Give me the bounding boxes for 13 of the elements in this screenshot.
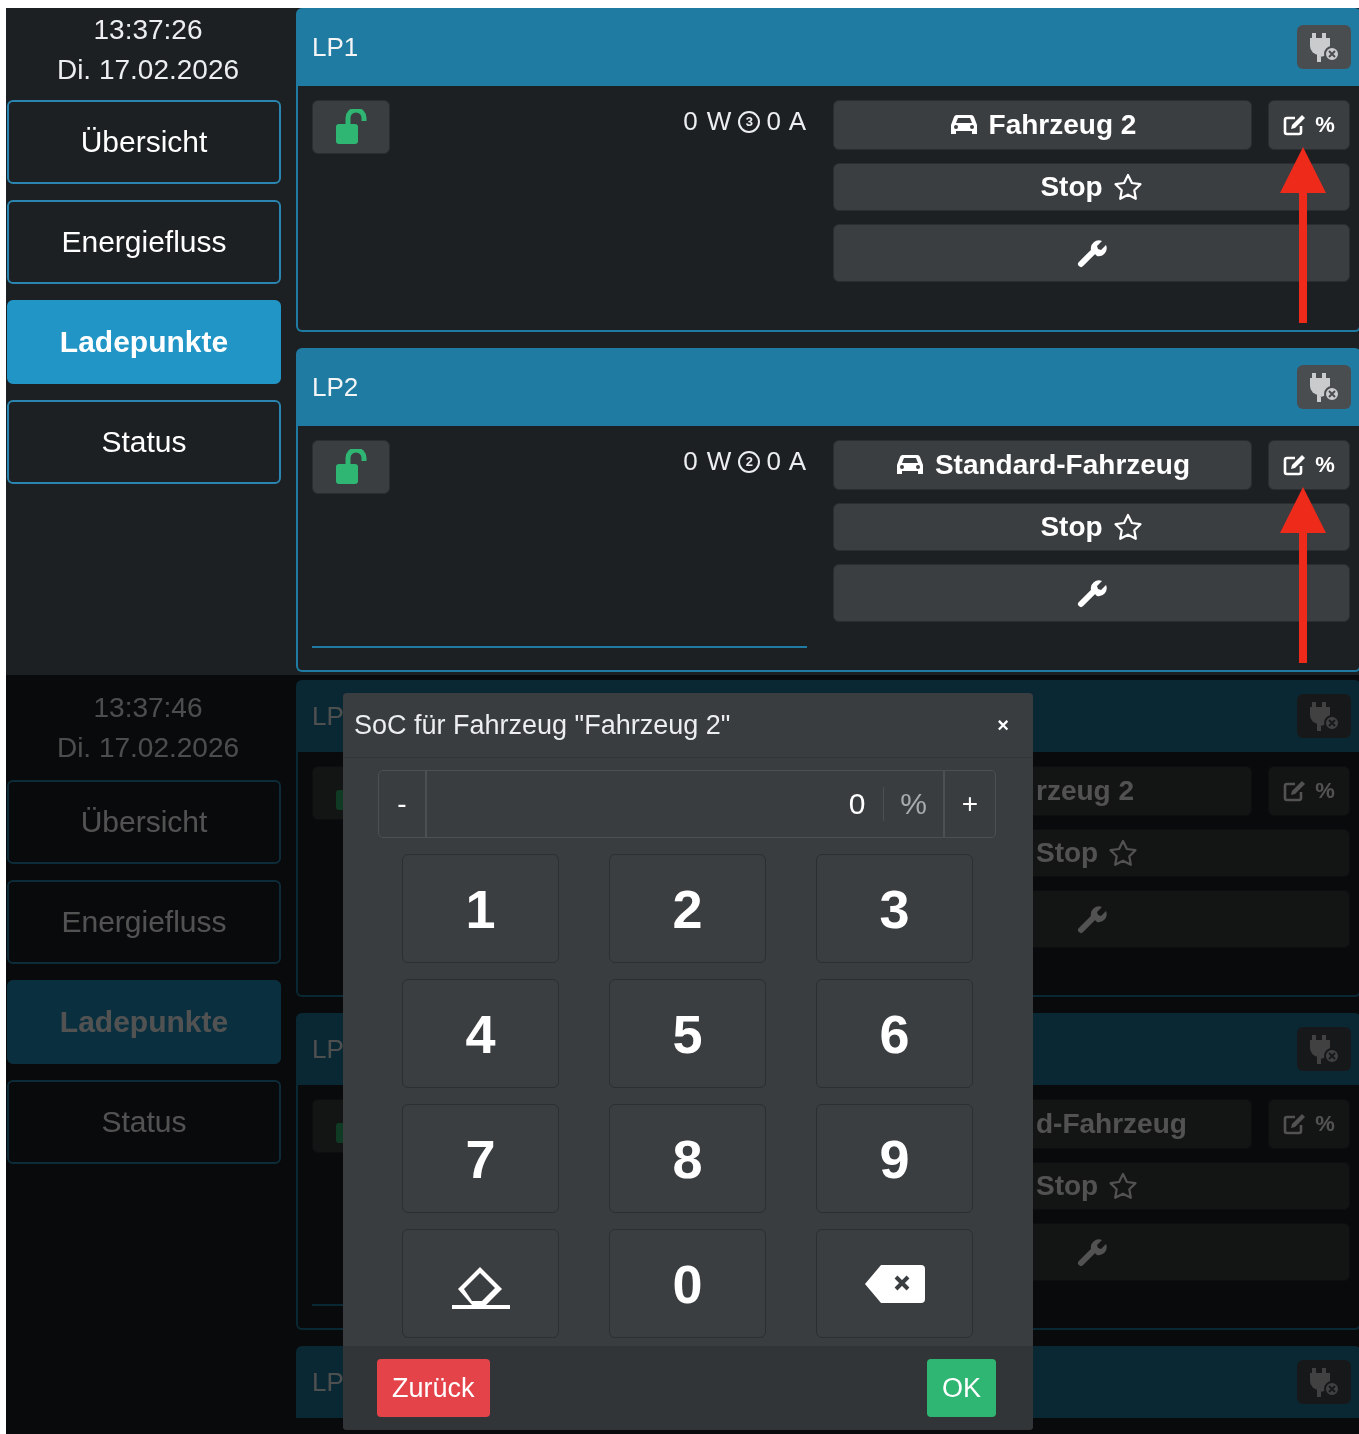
- clock-time: 13:37:26: [93, 13, 203, 47]
- power-reading: 0 W 3 0 A: [683, 106, 807, 137]
- charge-point-title: LP2: [312, 371, 359, 403]
- charge-point-title: LP1: [312, 31, 359, 63]
- clock-time: 13:37:46: [93, 691, 203, 725]
- power-reading: 0 W 2 0 A: [683, 446, 807, 477]
- charge-point-title: LP: [312, 1366, 344, 1398]
- unit-label: %: [883, 787, 927, 821]
- charge-point-title: LP: [312, 1033, 344, 1065]
- clock-date: Di. 17.02.2026: [56, 731, 240, 765]
- clock-date: Di. 17.02.2026: [56, 53, 240, 87]
- dialog-title: SoC für Fahrzeug "Fahrzeug 2": [354, 709, 731, 741]
- charge-point-title: LP: [312, 700, 344, 732]
